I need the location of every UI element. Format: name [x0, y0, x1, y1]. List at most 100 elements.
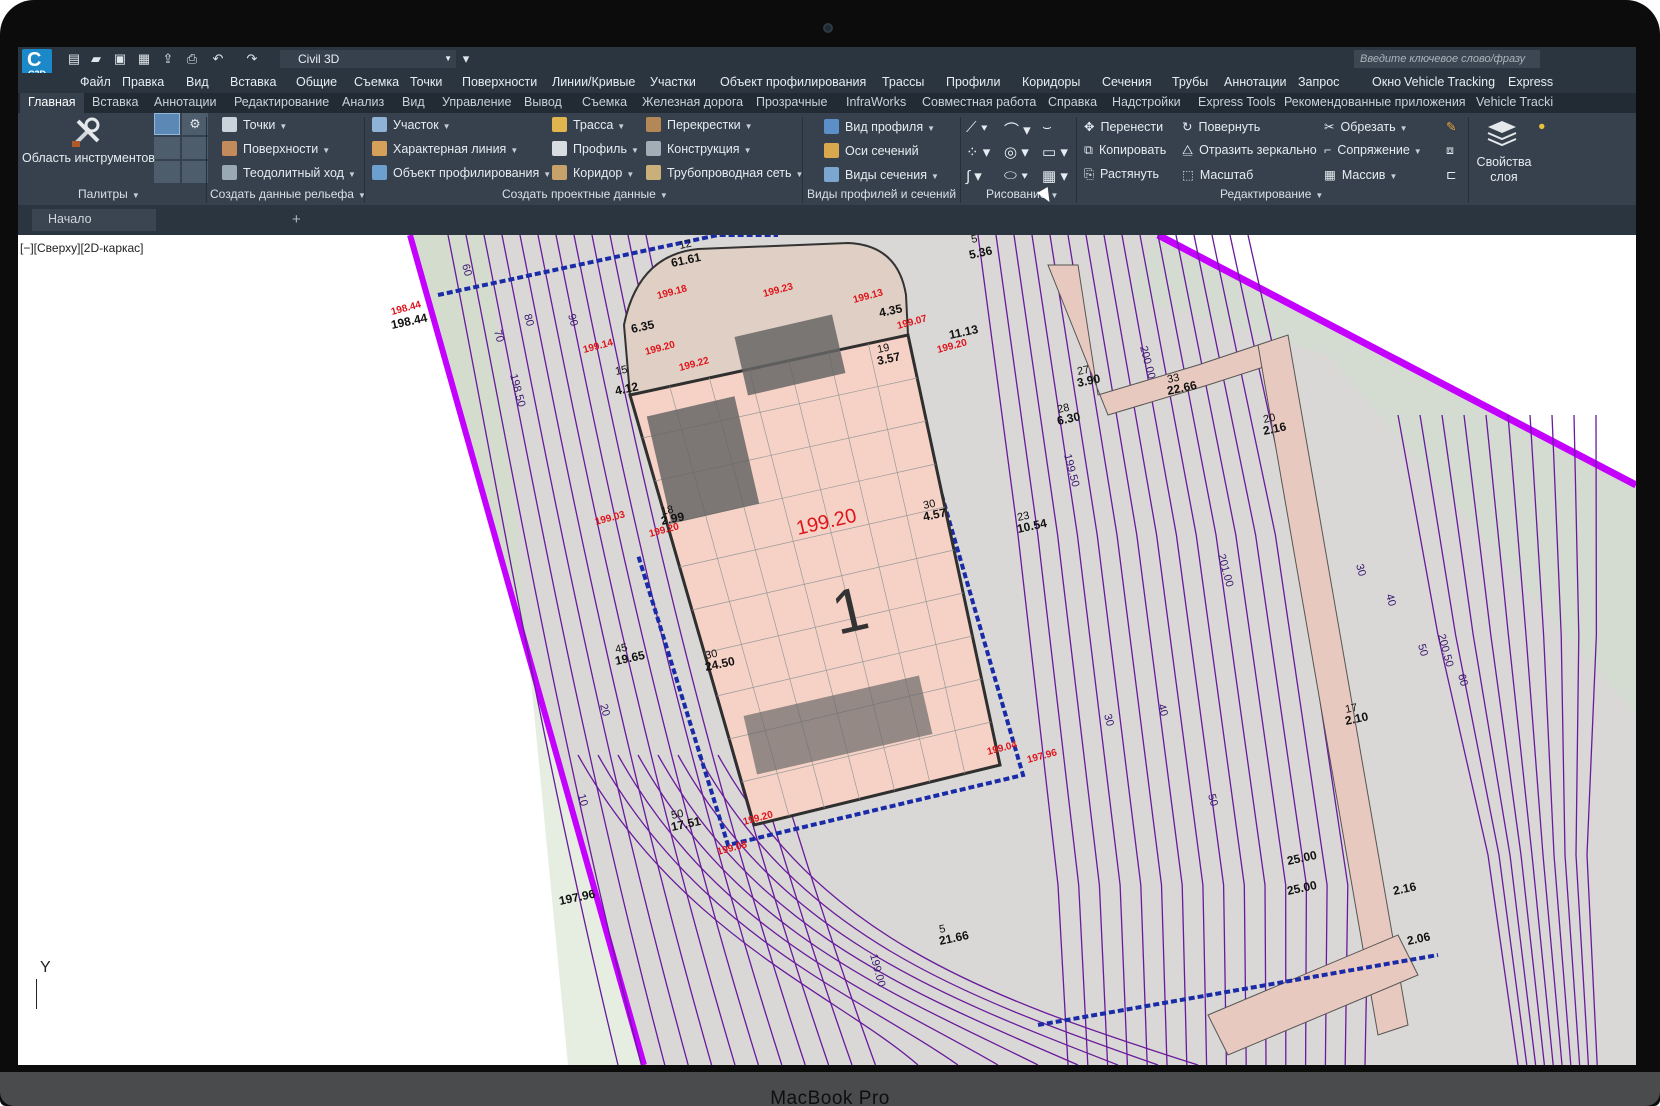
- arc-icon[interactable]: ⌣: [1042, 119, 1052, 136]
- stretch-button[interactable]: ⎘ Растянуть: [1084, 167, 1159, 182]
- tab-10[interactable]: Прозрачные: [756, 95, 827, 109]
- sample-lines-button[interactable]: Оси сечений: [824, 143, 919, 158]
- layer-properties-button[interactable]: Свойства слоя: [1472, 155, 1536, 185]
- menu-item-2[interactable]: Вид: [186, 75, 209, 89]
- tab-8[interactable]: Съемка: [582, 95, 627, 109]
- menu-item-9[interactable]: Участки: [650, 75, 696, 89]
- lightbulb-icon[interactable]: ●: [1538, 119, 1546, 133]
- erase-icon[interactable]: ✎: [1446, 119, 1456, 134]
- tab-12[interactable]: Совместная работа: [922, 95, 1036, 109]
- tab-6[interactable]: Управление: [442, 95, 512, 109]
- point-grid-icon[interactable]: ⁘ ▾: [966, 143, 990, 161]
- layers-stack-icon[interactable]: [1484, 115, 1520, 151]
- open-folder-icon[interactable]: ▰: [88, 51, 104, 67]
- array-button[interactable]: ▦ Массив ▼: [1324, 167, 1397, 182]
- tab-17[interactable]: Vehicle Tracki: [1476, 95, 1553, 109]
- save-icon[interactable]: ▣: [112, 51, 128, 67]
- menu-item-7[interactable]: Поверхности: [462, 75, 537, 89]
- menu-item-10[interactable]: Объект профилирования: [720, 75, 866, 89]
- site-plan[interactable]: 199.20 1 198.44199.14 199.20199.22199.18 1…: [18, 231, 1636, 1065]
- mirror-button[interactable]: ⧋ Отразить зеркально: [1182, 143, 1317, 158]
- print-icon[interactable]: ⎙: [184, 51, 200, 67]
- tab-3[interactable]: Редактирование: [234, 95, 329, 109]
- polyline-icon[interactable]: ⌒ ▾: [1004, 119, 1031, 140]
- tab-5[interactable]: Вид: [402, 95, 425, 109]
- trim-button[interactable]: ✂ Обрезать ▼: [1324, 119, 1408, 134]
- traverse-button[interactable]: Теодолитный ход ▼: [222, 165, 356, 180]
- menu-item-15[interactable]: Трубы: [1172, 75, 1208, 89]
- line-icon[interactable]: ⟋ ▾: [966, 119, 988, 136]
- menu-item-14[interactable]: Сечения: [1102, 75, 1152, 89]
- profile-view-button[interactable]: Вид профиля ▼: [824, 119, 935, 134]
- tab-11[interactable]: InfraWorks: [846, 95, 906, 109]
- tab-15[interactable]: Express Tools: [1198, 95, 1276, 109]
- tab-14[interactable]: Надстройки: [1112, 95, 1181, 109]
- tab-16[interactable]: Рекомендованные приложения: [1284, 95, 1466, 109]
- menu-item-0[interactable]: Файл: [80, 75, 111, 89]
- surfaces-button[interactable]: Поверхности ▼: [222, 141, 330, 156]
- menu-item-12[interactable]: Профили: [946, 75, 1000, 89]
- alignment-button[interactable]: Трасса ▼: [552, 117, 625, 132]
- menu-item-19[interactable]: Vehicle Tracking: [1404, 75, 1495, 89]
- parcel-button[interactable]: Участок ▼: [372, 117, 451, 132]
- menu-item-16[interactable]: Аннотации: [1224, 75, 1286, 89]
- menu-item-3[interactable]: Вставка: [230, 75, 276, 89]
- undo-icon[interactable]: ↶: [210, 51, 226, 67]
- tab-13[interactable]: Справка: [1048, 95, 1097, 109]
- new-tab-plus-icon[interactable]: +: [292, 211, 301, 228]
- panel-title-design[interactable]: Создать проектные данные ▼: [502, 187, 668, 201]
- menu-item-6[interactable]: Точки: [410, 75, 442, 89]
- menu-item-4[interactable]: Общие: [296, 75, 337, 89]
- drawing-canvas[interactable]: 199.20 1 198.44 199.14 199.20 199.22 199.18 1…: [18, 231, 1636, 1065]
- tab-7[interactable]: Вывод: [524, 95, 562, 109]
- tab-9[interactable]: Железная дорога: [642, 95, 743, 109]
- qat-customize-icon[interactable]: ▾: [458, 51, 474, 67]
- grading-button[interactable]: Объект профилирования ▼: [372, 165, 551, 180]
- hatch-icon[interactable]: ▦ ▾: [1042, 167, 1068, 185]
- panel-title-palettes[interactable]: Палитры ▼: [78, 187, 140, 201]
- feature-line-button[interactable]: Характерная линия ▼: [372, 141, 518, 156]
- save-as-icon[interactable]: ▦: [136, 51, 152, 67]
- menu-item-20[interactable]: Express: [1508, 75, 1553, 89]
- fillet-button[interactable]: ⌐ Сопряжение ▼: [1324, 143, 1422, 157]
- points-button[interactable]: Точки ▼: [222, 117, 287, 132]
- scale-button[interactable]: ⬚ Масштаб: [1182, 167, 1253, 182]
- menu-item-8[interactable]: Линии/Кривые: [552, 75, 635, 89]
- spline-icon[interactable]: ∫ ▾: [966, 167, 982, 185]
- move-button[interactable]: ✥ Перенести: [1084, 119, 1163, 134]
- redo-icon[interactable]: ↷: [244, 51, 260, 67]
- rotate-button[interactable]: ↻ Повернуть: [1182, 119, 1260, 134]
- tab-0[interactable]: Главная: [20, 93, 84, 113]
- panel-title-terrain[interactable]: Создать данные рельефа ▼: [210, 187, 366, 201]
- palette-toggle-3-icon[interactable]: [154, 161, 180, 183]
- rectangle-icon[interactable]: ▭ ▾: [1042, 143, 1068, 161]
- copy-button[interactable]: ⧉ Копировать: [1084, 143, 1166, 158]
- assembly-button[interactable]: Конструкция ▼: [646, 141, 751, 156]
- toolbox-icon[interactable]: [182, 137, 208, 159]
- new-file-icon[interactable]: ▤: [66, 51, 82, 67]
- menu-item-1[interactable]: Правка: [122, 75, 164, 89]
- tab-2[interactable]: Аннотации: [154, 95, 216, 109]
- search-input[interactable]: Введите ключевое слово/фразу: [1354, 50, 1540, 68]
- tab-4[interactable]: Анализ: [342, 95, 384, 109]
- menu-item-11[interactable]: Трассы: [882, 75, 924, 89]
- workspace-select[interactable]: Civil 3D: [280, 50, 456, 68]
- intersections-button[interactable]: Перекрестки ▼: [646, 117, 753, 132]
- circle-icon[interactable]: ◎ ▾: [1004, 143, 1029, 161]
- explode-icon[interactable]: ⧈: [1446, 143, 1454, 158]
- menu-item-13[interactable]: Коридоры: [1022, 75, 1080, 89]
- pipe-network-button[interactable]: Трубопроводная сеть ▼: [646, 165, 803, 180]
- menu-item-17[interactable]: Запрос: [1298, 75, 1339, 89]
- viewport-controls[interactable]: [−][Сверху][2D-каркас]: [20, 241, 144, 255]
- palette-toggle-4-icon[interactable]: [182, 161, 208, 183]
- tools-wrench-icon[interactable]: [68, 115, 104, 151]
- file-tab-start[interactable]: Начало: [32, 209, 156, 231]
- plot-upload-icon[interactable]: ⇪: [160, 51, 176, 67]
- tab-1[interactable]: Вставка: [92, 95, 138, 109]
- palette-toggle-1-icon[interactable]: [154, 113, 180, 135]
- offset-icon[interactable]: ⊏: [1446, 167, 1456, 182]
- tool-area-button[interactable]: Область инструментов: [22, 151, 155, 165]
- ellipse-icon[interactable]: ⬭ ▾: [1004, 167, 1028, 184]
- menu-item-18[interactable]: Окно: [1372, 75, 1401, 89]
- panel-title-modify[interactable]: Редактирование ▼: [1220, 187, 1323, 201]
